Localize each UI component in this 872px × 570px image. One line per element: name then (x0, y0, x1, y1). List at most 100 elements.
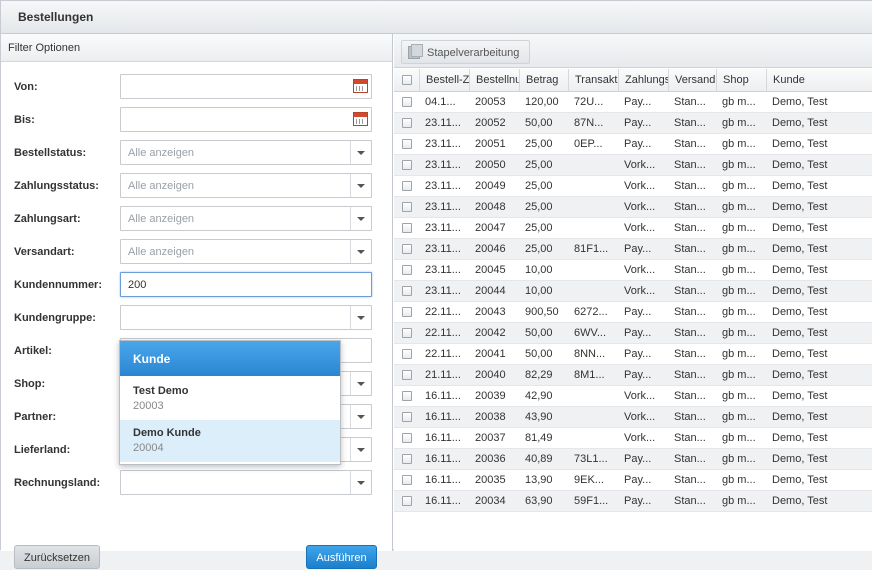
table-row[interactable]: 04.1... 20053 120,00 72U... Pay... Stan... gb … (394, 92, 872, 113)
row-checkbox[interactable] (402, 97, 412, 107)
table-cell: 43,90 (525, 411, 553, 423)
filter-panel-header[interactable]: Filter Optionen (1, 34, 392, 62)
row-checkbox[interactable] (402, 223, 412, 233)
table-cell: Demo, Test (772, 432, 828, 444)
row-checkbox[interactable] (402, 475, 412, 485)
table-row[interactable]: 23.11... 20045 10,00 Vork... Stan... gb m... D… (394, 260, 872, 281)
calendar-button[interactable] (350, 108, 371, 131)
table-cell: gb m... (722, 264, 756, 276)
table-cell: Pay... (624, 495, 652, 507)
table-cell: 23.11... (425, 222, 461, 234)
row-checkbox[interactable] (402, 370, 412, 380)
row-checkbox[interactable] (402, 349, 412, 359)
field-bestellstatus[interactable]: Alle anzeigen (120, 140, 372, 165)
table-cell: 21.11... (425, 369, 461, 381)
chevron-down-icon[interactable] (350, 372, 371, 395)
row-checkbox[interactable] (402, 286, 412, 296)
calendar-button[interactable] (350, 75, 371, 98)
column-header[interactable]: Kunde (766, 69, 872, 92)
table-row[interactable]: 23.11... 20049 25,00 Vork... Stan... gb m... D… (394, 176, 872, 197)
column-header[interactable]: Versand (668, 69, 716, 92)
table-row[interactable]: 21.11... 20040 82,29 8M1... Pay... Stan... gb … (394, 365, 872, 386)
row-checkbox[interactable] (402, 412, 412, 422)
table-row[interactable]: 23.11... 20051 25,00 0EP... Pay... Stan... gb … (394, 134, 872, 155)
table-row[interactable]: 16.11... 20037 81,49 Vork... Stan... gb m... D… (394, 428, 872, 449)
table-row[interactable]: 16.11... 20039 42,90 Vork... Stan... gb m... D… (394, 386, 872, 407)
chevron-down-icon[interactable] (350, 174, 371, 197)
table-cell: gb m... (722, 390, 756, 402)
table-cell: 72U... (574, 96, 604, 108)
row-checkbox[interactable] (402, 160, 412, 170)
table-cell: Pay... (624, 138, 652, 150)
chevron-down-icon[interactable] (350, 141, 371, 164)
table-row[interactable]: 23.11... 20044 10,00 Vork... Stan... gb m... D… (394, 281, 872, 302)
table-row[interactable]: 23.11... 20048 25,00 Vork... Stan... gb m... D… (394, 197, 872, 218)
table-row[interactable]: 23.11... 20047 25,00 Vork... Stan... gb m... D… (394, 218, 872, 239)
field-kundennummer[interactable]: 200 (120, 272, 372, 297)
field-zahlungsstatus[interactable]: Alle anzeigen (120, 173, 372, 198)
autocomplete-option[interactable]: Demo Kunde 20004 (120, 420, 340, 462)
table-cell (568, 281, 618, 301)
row-checkbox[interactable] (402, 202, 412, 212)
field-zahlungsart[interactable]: Alle anzeigen (120, 206, 372, 231)
column-header[interactable]: Betrag (519, 69, 568, 92)
row-checkbox[interactable] (402, 433, 412, 443)
column-header[interactable]: Shop (716, 69, 766, 92)
table-cell: Demo, Test (772, 264, 828, 276)
column-header[interactable]: Transakt (568, 69, 618, 92)
window-titlebar[interactable]: Bestellungen (1, 1, 872, 34)
row-checkbox[interactable] (402, 391, 412, 401)
chevron-down-icon[interactable] (350, 405, 371, 428)
table-cell: 20036 (475, 453, 506, 465)
chevron-down-icon[interactable] (350, 207, 371, 230)
chevron-down-icon[interactable] (350, 438, 371, 461)
table-row[interactable]: 23.11... 20052 50,00 87N... Pay... Stan... gb … (394, 113, 872, 134)
table-cell: Demo, Test (772, 117, 828, 129)
run-button[interactable]: Ausführen (306, 545, 377, 569)
chevron-down-icon[interactable] (350, 306, 371, 329)
table-cell: 23.11... (425, 180, 461, 192)
table-row[interactable]: 23.11... 20050 25,00 Vork... Stan... gb m... D… (394, 155, 872, 176)
table-row[interactable]: 16.11... 20034 63,90 59F1... Pay... Stan... gb… (394, 491, 872, 512)
table-row[interactable]: 16.11... 20038 43,90 Vork... Stan... gb m... D… (394, 407, 872, 428)
row-checkbox[interactable] (402, 496, 412, 506)
table-row[interactable]: 22.11... 20041 50,00 8NN... Pay... Stan... gb … (394, 344, 872, 365)
table-row[interactable]: 22.11... 20042 50,00 6WV... Pay... Stan... gb … (394, 323, 872, 344)
chevron-down-icon[interactable] (350, 240, 371, 263)
row-checkbox[interactable] (402, 265, 412, 275)
table-row[interactable]: 23.11... 20046 25,00 81F1... Pay... Stan... gb… (394, 239, 872, 260)
field-versandart[interactable]: Alle anzeigen (120, 239, 372, 264)
table-row[interactable]: 22.11... 20043 900,50 6272... Pay... Stan... g… (394, 302, 872, 323)
row-checkbox[interactable] (402, 181, 412, 191)
table-cell: 22.11... (425, 327, 461, 339)
table-cell: Pay... (624, 243, 652, 255)
field-rechnungsland[interactable] (120, 470, 372, 495)
field-kundengruppe[interactable] (120, 305, 372, 330)
table-cell: Stan... (674, 474, 706, 486)
select-all-checkbox[interactable] (402, 75, 412, 85)
column-header[interactable]: Bestellnu (469, 69, 519, 92)
table-row[interactable]: 16.11... 20035 13,90 9EK... Pay... Stan... gb … (394, 470, 872, 491)
table-cell: Demo, Test (772, 327, 828, 339)
table-cell: Demo, Test (772, 495, 828, 507)
column-header[interactable]: Zahlungs (618, 69, 668, 92)
row-checkbox[interactable] (402, 307, 412, 317)
reset-button[interactable]: Zurücksetzen (14, 545, 100, 569)
table-cell (568, 260, 618, 280)
field-von[interactable] (120, 74, 372, 99)
row-checkbox[interactable] (402, 328, 412, 338)
table-cell: 6272... (574, 306, 608, 318)
chevron-down-icon[interactable] (350, 471, 371, 494)
row-checkbox[interactable] (402, 244, 412, 254)
table-cell: 16.11... (425, 474, 461, 486)
row-checkbox[interactable] (402, 139, 412, 149)
table-row[interactable]: 16.11... 20036 40,89 73L1... Pay... Stan... gb… (394, 449, 872, 470)
table-cell: Stan... (674, 432, 706, 444)
field-bis[interactable] (120, 107, 372, 132)
row-checkbox[interactable] (402, 454, 412, 464)
table-cell: Vork... (624, 411, 656, 423)
column-header[interactable]: Bestell-Z (419, 69, 469, 92)
row-checkbox[interactable] (402, 118, 412, 128)
autocomplete-option[interactable]: Test Demo 20003 (120, 378, 340, 420)
batch-processing-button[interactable]: Stapelverarbeitung (401, 40, 530, 64)
